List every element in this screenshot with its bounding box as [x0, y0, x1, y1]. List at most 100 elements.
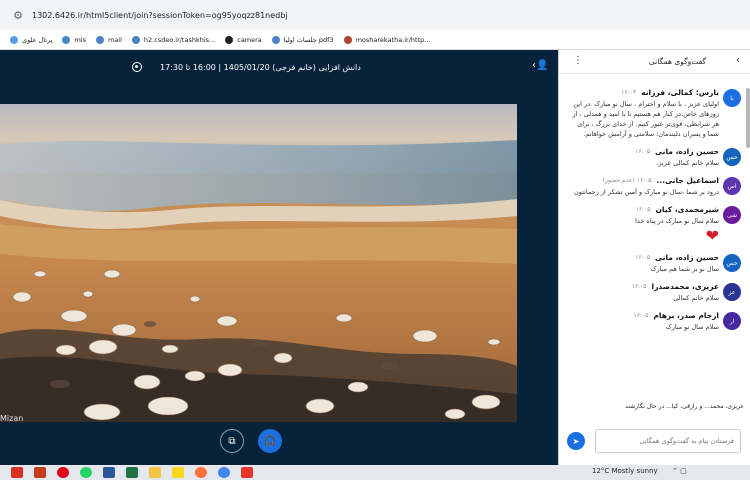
recording-icon[interactable] [132, 62, 142, 72]
message-header: اسماعیل جانی... ۱۶:۰۵ (عدم حضور) [565, 176, 719, 185]
sticky-notes-icon[interactable] [172, 467, 184, 478]
message-header: حسین زاده، مانی ۱۶:۰۵ [565, 147, 719, 156]
weather-widget[interactable]: 12°C Mostly sunny [592, 467, 658, 475]
bookmark-label: mail [107, 35, 122, 44]
tray-chevron-icon[interactable]: ⌃ ▢ [672, 467, 687, 475]
chevron-left-icon[interactable]: ‹ [736, 55, 740, 66]
bookmark-item[interactable]: mosharekatha.ir/http... [343, 35, 431, 44]
message-text: سلام خانم کمالی [673, 294, 719, 302]
message-header: بارس: کمالی، فرزانه ۱۶:۰۳ [565, 88, 719, 97]
avatar[interactable]: حس [723, 254, 741, 272]
chat-message: با بارس: کمالی، فرزانه ۱۶:۰۳ اولیای عزیز ، … [559, 88, 745, 139]
whatsapp-app-icon[interactable] [80, 467, 92, 478]
sender-name: بارس: کمالی، فرزانه [641, 88, 719, 97]
audio-button[interactable]: 🎧 [258, 429, 282, 453]
chat-composer: ➤ [559, 427, 750, 457]
pdf-app-icon[interactable] [11, 467, 23, 478]
sender-name: حسین زاده، مانی [655, 253, 719, 262]
message-text: سلام خانم کمالی عزیز. [656, 159, 719, 167]
powerpoint-app-icon[interactable] [34, 467, 46, 478]
chat-input[interactable] [595, 429, 741, 453]
url-field[interactable]: 1302.6426.ir/html5client/join?sessionTok… [32, 11, 288, 20]
firefox-app-icon[interactable] [195, 467, 207, 478]
message-time: ۱۶:۰۵ [635, 206, 651, 213]
bookmark-item[interactable]: جلسات اولیا pdf3 [271, 35, 334, 44]
message-time: ۱۶:۰۵ [635, 148, 651, 155]
bookmark-item[interactable]: mail [95, 35, 122, 44]
bookmark-favicon-icon [131, 35, 140, 44]
message-time: ۱۶:۰۵ [633, 312, 649, 319]
avatar[interactable]: حس [723, 148, 741, 166]
word-app-icon[interactable] [103, 467, 115, 478]
site-info-icon[interactable]: ⚙ [10, 7, 26, 23]
message-text: سال نو بر شما هم مبارک [650, 265, 719, 273]
bookmark-item[interactable]: پرتال علوی [10, 35, 53, 44]
message-text: سلام سال نو مبارک در پناه خدا [635, 217, 719, 225]
excel-app-icon[interactable] [126, 467, 138, 478]
message-header: شیرمحمدی، کیان ۱۶:۰۵ [565, 205, 719, 214]
message-text: درود بر شما ،سال نو مبارک و آمین تشکر از… [574, 188, 719, 196]
meeting-topbar: دانش افزایی (خانم فرجی) 1405/01/20 | 16:… [0, 50, 558, 86]
meeting-title: دانش افزایی (خانم فرجی) 1405/01/20 | 16:… [160, 63, 361, 72]
bookmark-label: mis [74, 35, 86, 44]
chat-message: عز عزیزی، محمدصدرا ۱۶:۰۵ سلام خانم کمالی [559, 282, 745, 303]
avatar[interactable]: عز [723, 283, 741, 301]
bookmark-favicon-icon [343, 35, 352, 44]
bookmark-label: پرتال علوی [22, 35, 53, 44]
beach-video-image [0, 104, 517, 422]
video-feed: Mizan [0, 104, 517, 422]
bookmark-item[interactable]: camera [225, 35, 262, 44]
sender-name: اسماعیل جانی... [656, 176, 719, 185]
heart-emoji-icon: ❤ [705, 226, 719, 245]
sender-name: حسین زاده، مانی [655, 147, 719, 156]
user-icon[interactable]: 👤 [536, 60, 550, 74]
opera-app-icon[interactable] [57, 467, 69, 478]
sender-name: شیرمحمدی، کیان [655, 205, 720, 214]
message-header: ارجام صدر، برهام ۱۶:۰۵ [565, 311, 720, 320]
screen: ⚙ 1302.6426.ir/html5client/join?sessionT… [0, 0, 750, 480]
video-watermark: Mizan [0, 414, 24, 422]
chat-title: گفت‌وگوی همگانی [648, 57, 706, 66]
message-time: ۱۶:۰۳ [621, 89, 637, 96]
headphones-icon: 🎧 [263, 435, 277, 447]
chrome-app-icon[interactable] [218, 467, 230, 478]
message-time: ۱۶:۰۵ [635, 254, 651, 261]
message-header: حسین زاده، مانی ۱۶:۰۵ [565, 253, 719, 262]
bookmark-label: camera [237, 35, 262, 44]
bookmark-item[interactable]: mis [62, 35, 86, 44]
message-text: سلام سال نو مبارک [665, 323, 719, 331]
bookmark-label: جلسات اولیا pdf3 [283, 35, 334, 44]
bookmark-item[interactable]: h2.csdeo.ir/tashkhis... [131, 35, 215, 44]
bookmark-favicon-icon [225, 35, 234, 44]
screen-share-off-icon: ⧉ [228, 435, 236, 447]
message-header: عزیزی، محمدصدرا ۱۶:۰۵ [565, 282, 719, 291]
chat-message: حس حسین زاده، مانی ۱۶:۰۵ سال نو بر شما هم م… [559, 253, 745, 274]
send-button[interactable]: ➤ [567, 432, 585, 450]
bookmark-favicon-icon [62, 35, 71, 44]
bookmark-favicon-icon [95, 35, 104, 44]
screen-share-button[interactable]: ⧉ [220, 429, 244, 453]
file-explorer-icon[interactable] [149, 467, 161, 478]
kebab-menu-icon[interactable]: ⋮ [573, 55, 583, 66]
bookmark-label: mosharekatha.ir/http... [355, 35, 431, 44]
chat-message-list: با بارس: کمالی، فرزانه ۱۶:۰۳ اولیای عزیز ، … [559, 88, 745, 423]
bookmarks-bar: پرتال علوی mis mail h2.csdeo.ir/tashkhis...… [0, 30, 750, 50]
chat-message: حس حسین زاده، مانی ۱۶:۰۵ سلام خانم کمالی عز… [559, 147, 745, 168]
bookmark-favicon-icon [271, 35, 280, 44]
message-text: اولیای عزیز ، با سلام و احترام ، سال نو … [572, 100, 719, 138]
chat-message: ار ارجام صدر، برهام ۱۶:۰۵ سلام سال نو مبارک [559, 311, 745, 332]
avatar[interactable]: شی [723, 206, 741, 224]
avatar[interactable]: با [723, 89, 741, 107]
avatar[interactable]: ار [723, 312, 741, 330]
message-time: ۱۶:۰۵ (عدم حضور) [602, 177, 652, 184]
anydesk-app-icon[interactable] [241, 467, 253, 478]
sender-name: عزیزی، محمدصدرا [651, 282, 719, 291]
bookmark-favicon-icon [10, 35, 18, 44]
sender-name: ارجام صدر، برهام [653, 311, 719, 320]
typing-indicator: عزیزی، محمد... و رازقی، کیا... در حال نگ… [625, 403, 744, 410]
chat-scrollbar[interactable] [746, 88, 750, 148]
chat-message: شی شیرمحمدی، کیان ۱۶:۰۵ سلام سال نو مبارک د… [559, 205, 745, 245]
chat-header: ⋮ گفت‌وگوی همگانی ‹ [559, 50, 750, 74]
avatar[interactable]: اس [723, 177, 741, 195]
meeting-stage: دانش افزایی (خانم فرجی) 1405/01/20 | 16:… [0, 50, 558, 465]
